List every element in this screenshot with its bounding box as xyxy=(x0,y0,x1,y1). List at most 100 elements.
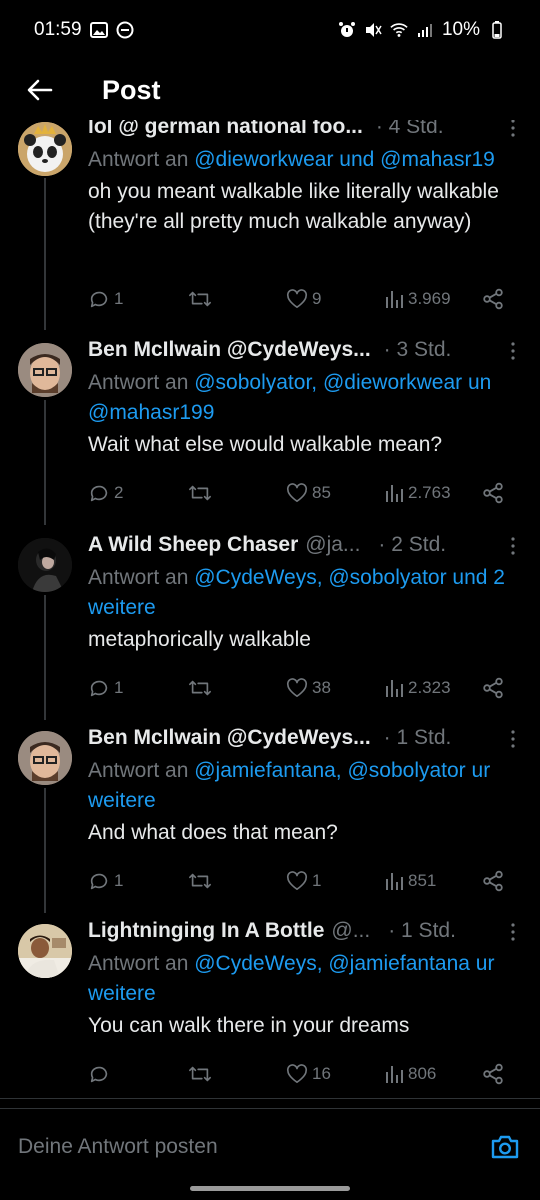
like-button[interactable]: 16 xyxy=(286,1059,331,1089)
alarm-icon xyxy=(338,21,356,39)
more-options-icon[interactable] xyxy=(508,535,518,557)
timestamp: · 4 Std. xyxy=(375,120,444,138)
arrow-left-icon xyxy=(27,79,53,101)
like-button[interactable]: 1 xyxy=(286,866,321,896)
tweet[interactable]: Lightninging In A Bottle @... · 1 Std. A… xyxy=(0,911,540,1100)
camera-button[interactable] xyxy=(488,1130,522,1164)
reply-prefix: Antwort an xyxy=(88,371,195,394)
author-name[interactable]: lol @ german national foo... xyxy=(88,120,363,139)
reply-mentions[interactable]: @dieworkwear und @mahasr19 xyxy=(194,148,495,171)
like-button[interactable]: 38 xyxy=(286,673,331,703)
avatar[interactable] xyxy=(18,122,72,176)
like-button[interactable]: 85 xyxy=(286,478,331,508)
reply-mentions-cont[interactable]: @mahasr199 xyxy=(88,401,214,424)
reply-mentions[interactable]: @CydeWeys, @sobolyator und 2 xyxy=(194,566,505,589)
reply-mentions[interactable]: @sobolyator, @dieworkwear un xyxy=(194,371,491,394)
status-time: 01:59 xyxy=(34,19,82,40)
reply-icon xyxy=(88,677,110,699)
view-count: 2.763 xyxy=(408,483,451,502)
more-options-icon[interactable] xyxy=(508,120,518,139)
reply-icon xyxy=(88,288,110,310)
reply-mentions-cont[interactable]: weitere xyxy=(88,982,156,1005)
more-options-icon[interactable] xyxy=(508,340,518,362)
thread-line xyxy=(44,178,46,330)
view-count: 806 xyxy=(408,1064,437,1083)
reply-button[interactable]: 1 xyxy=(88,284,123,314)
more-options-icon[interactable] xyxy=(508,728,518,750)
share-icon xyxy=(482,1063,504,1085)
retweet-button[interactable] xyxy=(188,866,216,896)
reply-context-cont: weitere xyxy=(88,786,540,816)
views-button[interactable]: 806 xyxy=(384,1059,436,1089)
views-icon xyxy=(384,871,404,891)
retweet-button[interactable] xyxy=(188,478,216,508)
avatar[interactable] xyxy=(18,731,72,785)
action-bar: 16 806 xyxy=(88,1059,518,1089)
reply-count: 1 xyxy=(114,871,124,890)
retweet-button[interactable] xyxy=(188,1059,216,1089)
reply-button[interactable]: 1 xyxy=(88,866,123,896)
timestamp: · 2 Std. xyxy=(378,533,447,556)
share-icon xyxy=(482,288,504,310)
views-icon xyxy=(384,483,404,503)
share-button[interactable] xyxy=(482,284,504,314)
reply-button[interactable] xyxy=(88,1059,114,1089)
author-name[interactable]: Lightninging In A Bottle xyxy=(88,919,324,943)
reply-icon xyxy=(88,870,110,892)
views-button[interactable]: 2.763 xyxy=(384,478,451,508)
home-indicator[interactable] xyxy=(190,1186,350,1191)
retweet-icon xyxy=(188,1063,212,1085)
thread-feed[interactable]: lol @ german national foo... · 4 Std. An… xyxy=(0,120,540,1100)
tweet[interactable]: A Wild Sheep Chaser @ja... · 2 Std. Antw… xyxy=(0,525,540,720)
tweet-text: You can walk there in your dreams xyxy=(88,1014,410,1037)
divider xyxy=(0,1098,540,1099)
retweet-button[interactable] xyxy=(188,673,216,703)
share-button[interactable] xyxy=(482,478,504,508)
tweet-content: Ben McIlwain @CydeWeys... · 3 Std. Antwo… xyxy=(0,330,540,525)
share-icon xyxy=(482,482,504,504)
tweet[interactable]: lol @ german national foo... · 4 Std. An… xyxy=(0,120,540,330)
author-name[interactable]: Ben McIlwain @CydeWeys... xyxy=(88,338,371,362)
action-bar: 1 38 2.323 xyxy=(88,673,518,703)
reply-context: Antwort an @sobolyator, @dieworkwear un xyxy=(88,368,540,398)
reply-context: Antwort an @dieworkwear und @mahasr19 xyxy=(88,145,540,175)
more-options-icon[interactable] xyxy=(508,921,518,943)
share-button[interactable] xyxy=(482,673,504,703)
reply-prefix: Antwort an xyxy=(88,148,195,171)
author-handle: @... xyxy=(331,919,371,942)
reply-icon xyxy=(88,1063,110,1085)
reply-mentions-cont[interactable]: weitere xyxy=(88,789,156,812)
avatar[interactable] xyxy=(18,924,72,978)
reply-mentions[interactable]: @jamiefantana, @sobolyator ur xyxy=(194,759,490,782)
reply-context-cont: weitere xyxy=(88,979,540,1009)
reply-context: Antwort an @CydeWeys, @sobolyator und 2 xyxy=(88,563,540,593)
views-icon xyxy=(384,289,404,309)
like-count: 16 xyxy=(312,1064,331,1083)
avatar[interactable] xyxy=(18,538,72,592)
reply-button[interactable]: 2 xyxy=(88,478,123,508)
author-name[interactable]: A Wild Sheep Chaser xyxy=(88,533,298,557)
share-icon xyxy=(482,677,504,699)
tweet[interactable]: Ben McIlwain @CydeWeys... · 1 Std. Antwo… xyxy=(0,718,540,913)
reply-mentions-cont[interactable]: weitere xyxy=(88,596,156,619)
share-button[interactable] xyxy=(482,866,504,896)
views-button[interactable]: 2.323 xyxy=(384,673,451,703)
share-button[interactable] xyxy=(482,1059,504,1089)
reply-button[interactable]: 1 xyxy=(88,673,123,703)
reply-bar xyxy=(0,1108,540,1184)
like-count: 85 xyxy=(312,483,331,502)
like-count: 38 xyxy=(312,678,331,697)
tweet-text: Wait what else would walkable mean? xyxy=(88,433,443,456)
reply-prefix: Antwort an xyxy=(88,952,195,975)
back-button[interactable] xyxy=(0,60,80,120)
reply-input[interactable] xyxy=(18,1134,418,1159)
signal-icon xyxy=(416,21,434,39)
reply-mentions[interactable]: @CydeWeys, @jamiefantana ur xyxy=(194,952,494,975)
like-button[interactable]: 9 xyxy=(286,284,321,314)
views-button[interactable]: 851 xyxy=(384,866,436,896)
action-bar: 2 85 2.763 xyxy=(88,478,518,508)
author-name[interactable]: Ben McIlwain @CydeWeys... xyxy=(88,726,371,750)
views-button[interactable]: 3.969 xyxy=(384,284,451,314)
action-bar: 1 1 851 xyxy=(88,866,518,896)
retweet-button[interactable] xyxy=(188,284,216,314)
